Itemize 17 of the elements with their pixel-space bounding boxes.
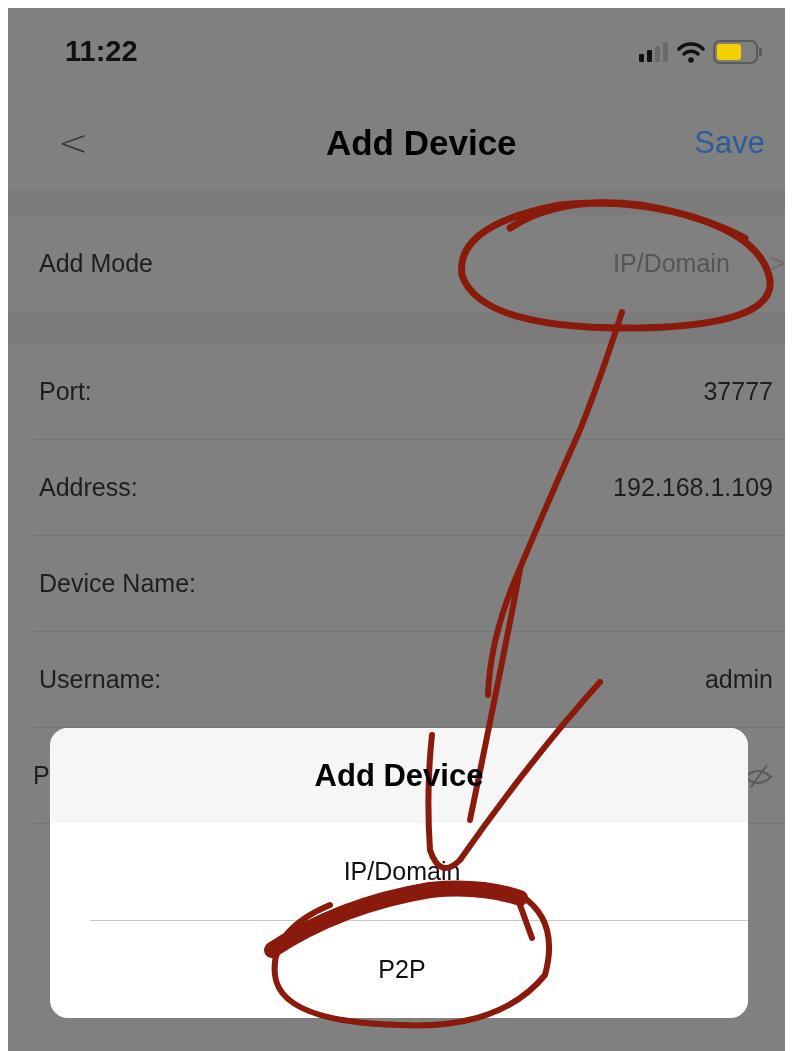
back-button[interactable]: <: [58, 122, 89, 163]
sheet-option[interactable]: P2P: [90, 920, 748, 1017]
signal-icon: [639, 41, 669, 62]
field-label: Address:: [39, 473, 138, 502]
field-label: P: [33, 761, 50, 790]
wifi-icon: [677, 40, 705, 63]
field-value: admin: [704, 665, 773, 694]
field-label: Device Name:: [39, 569, 196, 598]
chevron-text: >: [769, 248, 785, 279]
page-title: Add Device: [325, 122, 517, 163]
field-value: 37777: [703, 377, 773, 406]
field-label: Add Mode: [39, 249, 153, 278]
battery-icon: [713, 39, 763, 64]
field-value: 192.168.1.109: [613, 473, 773, 502]
field-label: Port:: [39, 377, 92, 406]
field-label: Username:: [39, 665, 162, 694]
status-time: 11:22: [65, 35, 138, 68]
